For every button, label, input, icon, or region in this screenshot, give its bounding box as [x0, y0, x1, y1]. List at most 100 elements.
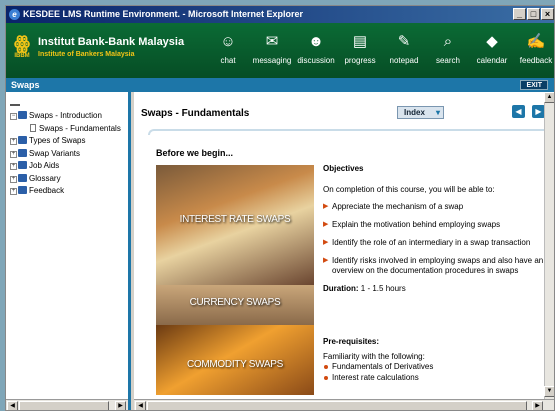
- notepad-icon: ✎: [397, 33, 411, 50]
- tree-item-types-of-swaps[interactable]: + Types of Swaps: [10, 135, 128, 148]
- nav-label: calendar: [476, 56, 508, 65]
- tree-item-swap-variants[interactable]: + Swap Variants: [10, 148, 128, 161]
- window-title: KESDEE LMS Runtime Environment. - Micros…: [23, 9, 304, 19]
- book-icon: [18, 173, 27, 182]
- tree-item-feedback[interactable]: + Feedback: [10, 185, 128, 198]
- tree-item-swaps-introduction[interactable]: − Swaps - Introduction: [10, 110, 128, 123]
- scroll-up-button[interactable]: ▲: [544, 92, 554, 103]
- objective-item: ▶ Appreciate the mechanism of a swap: [323, 202, 464, 211]
- expand-icon[interactable]: +: [10, 150, 17, 158]
- tree-item-label: Feedback: [29, 186, 65, 195]
- expand-icon[interactable]: +: [10, 188, 17, 195]
- page-title: Swaps - Fundamentals: [141, 108, 250, 119]
- objective-item: ▶ Explain the motivation behind employing…: [323, 220, 501, 229]
- scroll-thumb[interactable]: [147, 401, 527, 410]
- title-bar: e KESDEE LMS Runtime Environment. - Micr…: [6, 6, 554, 23]
- nav-discussion[interactable]: ☻ discussion: [294, 23, 338, 78]
- chat-icon: ☺: [220, 33, 236, 50]
- envelope-icon: ✉: [265, 33, 279, 50]
- commodity-swaps-panel: COMMODITY SWAPS: [156, 325, 314, 395]
- prerequisite-item: Fundamentals of Derivatives: [323, 361, 554, 372]
- collapse-icon[interactable]: −: [10, 113, 17, 120]
- window-controls: _ □ ×: [513, 8, 554, 20]
- scroll-down-button[interactable]: ▼: [544, 386, 554, 397]
- objective-item: ▶ Identify risks involved in employing sw…: [323, 256, 544, 275]
- expand-icon[interactable]: +: [10, 138, 17, 145]
- ibbm-logo: ꙮ IBBM: [14, 33, 30, 59]
- book-icon: [18, 148, 27, 157]
- nav-label: chat: [220, 56, 236, 65]
- duration-label: Duration:: [323, 284, 359, 293]
- nav-label: feedback: [519, 56, 553, 65]
- objectives-heading: Objectives: [323, 164, 364, 173]
- minimize-button[interactable]: _: [513, 8, 526, 20]
- arrow-bullet-icon: ▶: [323, 239, 329, 246]
- content-pane: Swaps - Fundamentals Index ▾ ◀ ▶ Before …: [134, 92, 554, 399]
- close-button[interactable]: ×: [541, 8, 554, 20]
- maximize-button[interactable]: □: [527, 8, 540, 20]
- search-icon: ⌕: [443, 33, 453, 50]
- content-vertical-scrollbar[interactable]: ▲ ▼: [544, 92, 554, 399]
- arrow-bullet-icon: ▶: [323, 221, 329, 228]
- book-icon: [18, 136, 27, 144]
- bullet-icon: [324, 376, 328, 380]
- nav-notepad[interactable]: ✎ notepad: [382, 23, 426, 78]
- nav-search[interactable]: ⌕ search: [426, 23, 470, 78]
- prerequisites-heading: Pre-requisites:: [323, 337, 380, 346]
- objective-item: ▶ Identify the role of an intermediary in…: [323, 238, 531, 247]
- toolbar-nav: ☺ chat ✉ messaging ☻ discussion ▤ progre…: [206, 23, 554, 78]
- before-we-begin-heading: Before we begin...: [156, 148, 234, 158]
- prerequisite-item: Interest rate calculations: [323, 372, 554, 383]
- prerequisites-intro: Familiarity with the following:: [323, 352, 425, 361]
- currency-swaps-panel: CURRENCY SWAPS: [156, 285, 314, 325]
- interest-rate-swaps-panel: INTEREST RATE SWAPS: [156, 165, 314, 285]
- arrow-bullet-icon: ▶: [323, 203, 329, 210]
- discussion-icon: ☻: [308, 33, 324, 50]
- exit-button[interactable]: EXIT: [520, 80, 548, 90]
- swap-types-image: INTEREST RATE SWAPS CURRENCY SWAPS COMMO…: [156, 165, 314, 395]
- tree-horizontal-scrollbar[interactable]: ◀ ▶: [6, 399, 128, 410]
- book-icon: [18, 186, 27, 194]
- feedback-icon: ✍: [526, 33, 546, 50]
- nav-label: messaging: [252, 56, 292, 65]
- tree-root-icon: [10, 100, 20, 106]
- content-horizontal-scrollbar[interactable]: ◀ ▶: [134, 399, 554, 410]
- tree-item-job-aids[interactable]: + Job Aids: [10, 160, 128, 173]
- scroll-right-button[interactable]: ▶: [115, 401, 126, 410]
- tree-item-glossary[interactable]: + Glossary: [10, 173, 128, 186]
- browser-window: e KESDEE LMS Runtime Environment. - Micr…: [5, 5, 555, 411]
- tree-item-swaps-fundamentals[interactable]: Swaps - Fundamentals: [10, 123, 128, 136]
- expand-icon[interactable]: +: [10, 175, 17, 183]
- scroll-right-button[interactable]: ▶: [532, 401, 543, 410]
- nav-calendar[interactable]: ◆ calendar: [470, 23, 514, 78]
- duration: Duration: 1 - 1.5 hours: [323, 284, 554, 293]
- nav-label: discussion: [297, 56, 335, 65]
- arrow-bullet-icon: ▶: [323, 257, 329, 264]
- course-tree-pane: − Swaps - Introduction Swaps - Fundamenta…: [6, 92, 131, 410]
- index-dropdown[interactable]: Index ▾: [397, 106, 444, 119]
- nav-progress[interactable]: ▤ progress: [338, 23, 382, 78]
- nav-messaging[interactable]: ✉ messaging: [250, 23, 294, 78]
- bullet-icon: [324, 365, 328, 369]
- nav-chat[interactable]: ☺ chat: [206, 23, 250, 78]
- section-bar: Swaps EXIT: [6, 78, 554, 92]
- header-banner: ꙮ IBBM Institut Bank-Bank Malaysia Instit…: [6, 23, 554, 78]
- scroll-left-button[interactable]: ◀: [7, 401, 18, 410]
- tree-item-label: Swaps - Introduction: [29, 111, 102, 120]
- scroll-thumb[interactable]: [19, 401, 109, 410]
- scroll-left-button[interactable]: ◀: [135, 401, 146, 410]
- tree-item-label: Job Aids: [29, 161, 60, 170]
- objectives-section: Objectives On completion of this course,…: [323, 164, 554, 383]
- nav-label: search: [435, 56, 460, 65]
- brand-name-english: Institute of Bankers Malaysia: [38, 51, 135, 58]
- section-title: Swaps: [11, 80, 40, 90]
- tree-item-label: Types of Swaps: [29, 136, 86, 145]
- chevron-down-icon: ▾: [435, 108, 440, 117]
- nav-feedback[interactable]: ✍ feedback: [514, 23, 554, 78]
- brand-name-malay: Institut Bank-Bank Malaysia: [38, 36, 185, 48]
- content-divider: [148, 129, 548, 135]
- calendar-icon: ◆: [486, 33, 498, 50]
- previous-page-button[interactable]: ◀: [512, 105, 525, 118]
- expand-icon[interactable]: +: [10, 163, 17, 170]
- progress-icon: ▤: [352, 33, 368, 50]
